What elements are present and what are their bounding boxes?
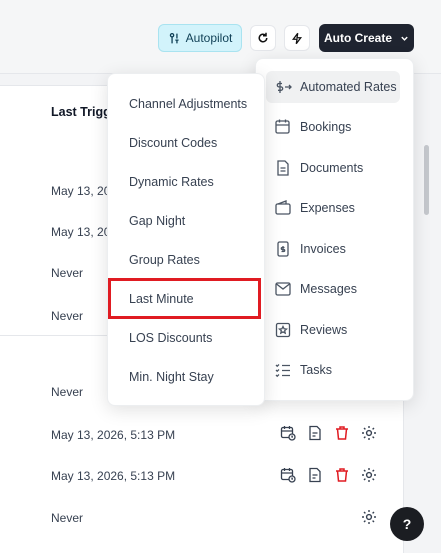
document-icon[interactable] — [307, 467, 323, 483]
submenu-item-min-night-stay[interactable]: Min. Night Stay — [129, 370, 214, 384]
scrollbar[interactable] — [424, 145, 429, 215]
menu-item-messages[interactable]: Messages — [266, 273, 400, 305]
chevron-down-icon — [401, 36, 408, 41]
trash-icon[interactable] — [334, 425, 350, 441]
table-row: Never — [51, 309, 84, 323]
autopilot-icon — [169, 32, 179, 43]
selection-highlight — [108, 278, 261, 319]
submenu-item-group-rates[interactable]: Group Rates — [129, 253, 200, 267]
menu-item-invoices[interactable]: Invoices — [266, 233, 400, 265]
gear-icon[interactable] — [361, 467, 377, 483]
refresh-icon — [258, 32, 268, 43]
submenu-item-los-discounts[interactable]: LOS Discounts — [129, 331, 212, 345]
menu-item-bookings[interactable]: Bookings — [266, 111, 400, 143]
menu-item-automated-rates[interactable]: Automated Rates — [266, 71, 400, 103]
checklist-icon — [275, 364, 290, 378]
column-header-last-triggered: Last Trigg — [51, 105, 111, 119]
menu-item-reviews[interactable]: Reviews — [266, 314, 400, 346]
trash-icon[interactable] — [334, 467, 350, 483]
table-row: Never — [51, 266, 84, 280]
star-icon — [275, 322, 291, 338]
flash-button[interactable] — [284, 25, 310, 51]
table-row: May 13, 2026, 5:13 PM — [51, 469, 176, 483]
menu-item-expenses[interactable]: Expenses — [266, 192, 400, 224]
message-icon — [275, 282, 291, 296]
document-icon[interactable] — [307, 425, 323, 441]
auto-create-menu: Automated Rates Bookings Documents Expen… — [255, 58, 414, 401]
submenu-item-gap-night[interactable]: Gap Night — [129, 214, 185, 228]
table-row: May 13, 2026, 5:13 PM — [51, 428, 176, 442]
table-row: Never — [51, 511, 84, 525]
calendar-icon — [275, 119, 290, 134]
auto-create-button[interactable]: Auto Create — [319, 24, 414, 52]
autopilot-label: Autopilot — [185, 31, 233, 45]
table-row: May 13, 20 — [51, 225, 111, 239]
calendar-clock-icon[interactable] — [280, 467, 296, 483]
invoice-icon — [277, 241, 289, 257]
table-row: Never — [51, 385, 84, 399]
submenu-item-discount-codes[interactable]: Discount Codes — [129, 136, 217, 150]
automated-rates-submenu: Channel Adjustments Discount Codes Dynam… — [107, 73, 265, 406]
calendar-clock-icon[interactable] — [280, 425, 296, 441]
row-actions — [361, 509, 377, 525]
row-actions — [280, 467, 377, 483]
help-button[interactable]: ? — [390, 507, 424, 541]
menu-item-tasks[interactable]: Tasks — [266, 354, 400, 386]
menu-item-documents[interactable]: Documents — [266, 152, 400, 184]
auto-create-label: Auto Create — [323, 31, 392, 45]
submenu-item-dynamic-rates[interactable]: Dynamic Rates — [129, 175, 214, 189]
gear-icon[interactable] — [361, 425, 377, 441]
refresh-button[interactable] — [250, 25, 276, 51]
bolt-icon — [291, 32, 303, 44]
gear-icon[interactable] — [361, 509, 377, 525]
row-actions — [280, 425, 377, 441]
autopilot-button[interactable]: Autopilot — [158, 24, 242, 52]
submenu-item-channel-adjustments[interactable]: Channel Adjustments — [129, 97, 247, 111]
document-icon — [277, 160, 289, 176]
dollar-arrow-icon — [276, 81, 292, 93]
wallet-icon — [275, 200, 291, 215]
